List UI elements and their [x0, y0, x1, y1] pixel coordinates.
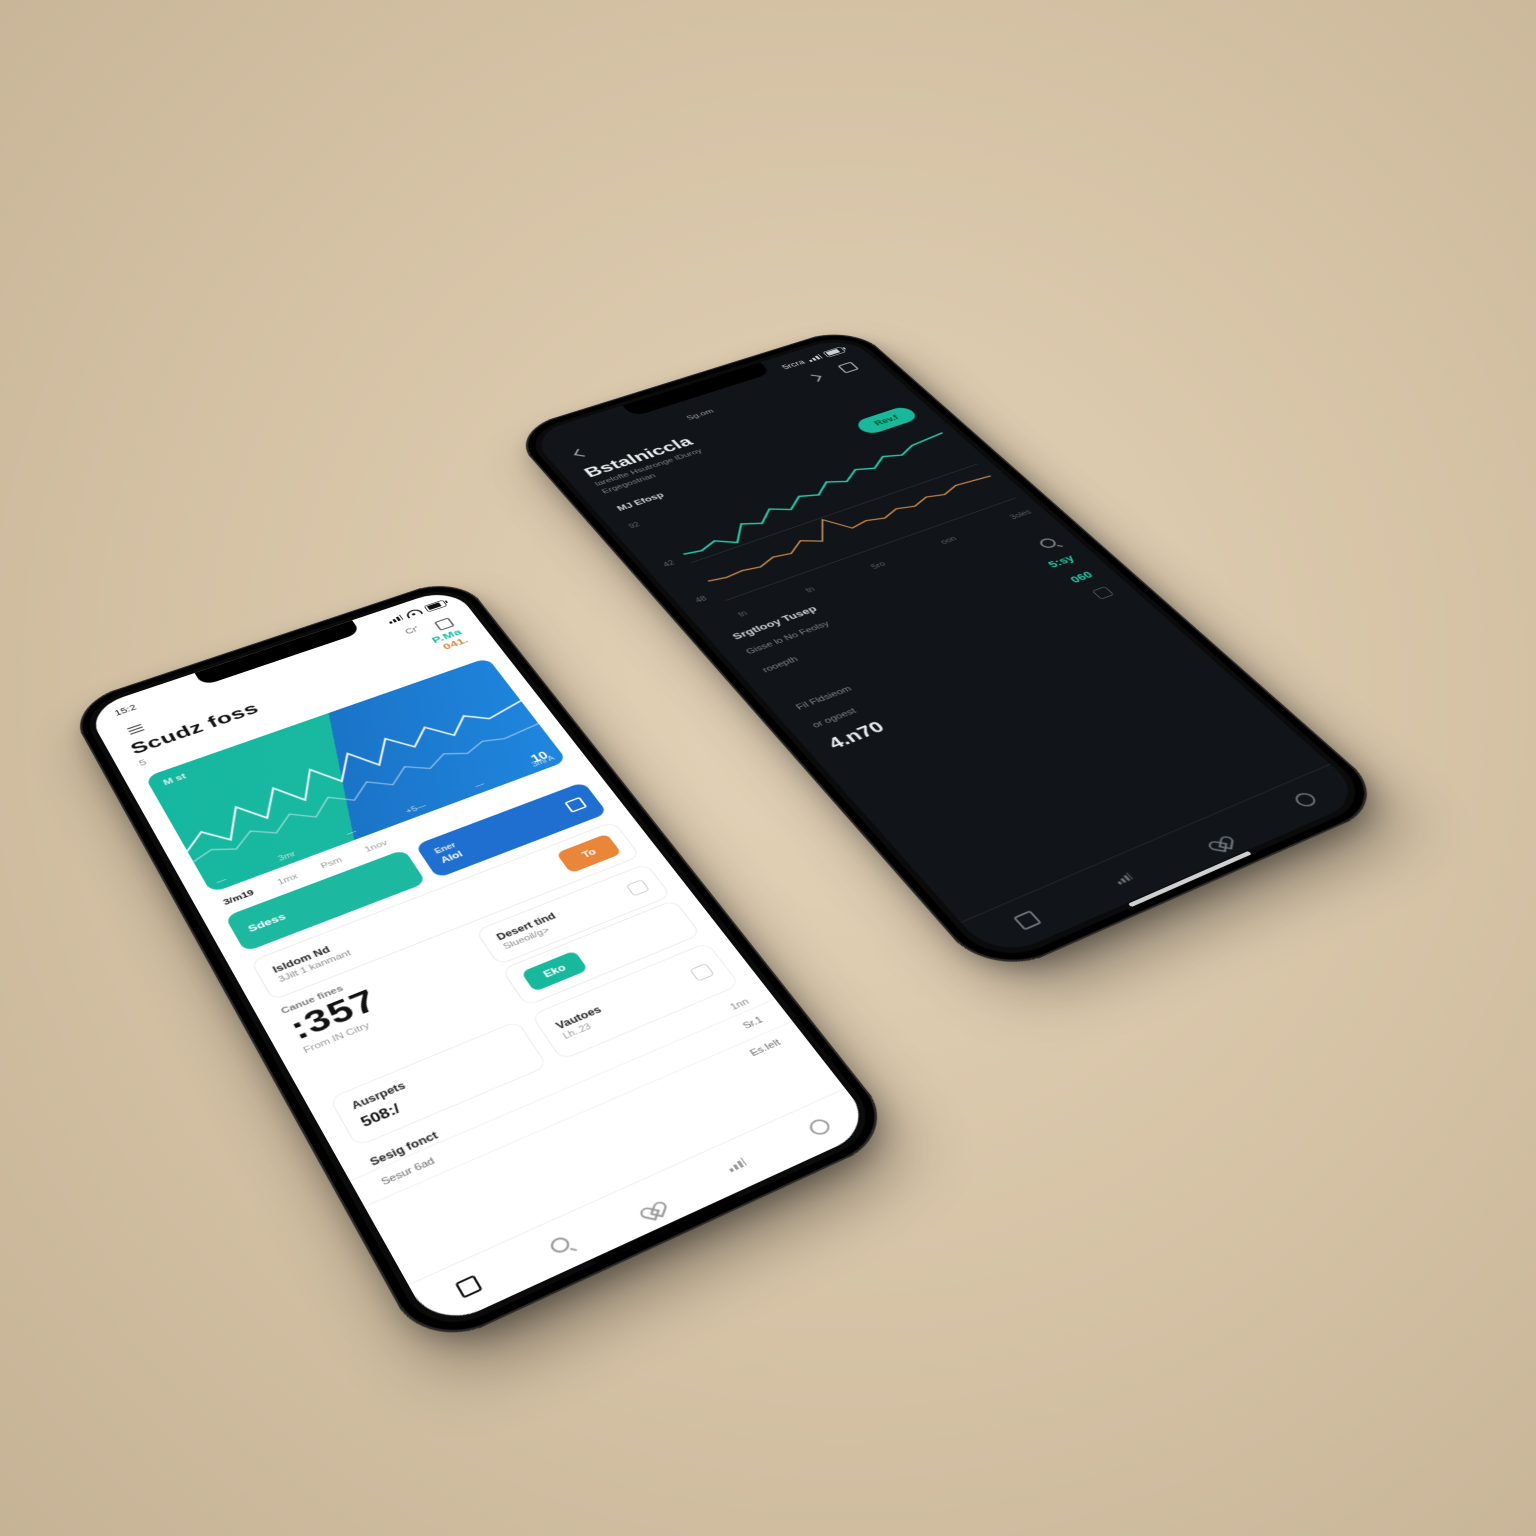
- status-time: 15:2: [113, 703, 138, 717]
- nav-heart-icon[interactable]: [1192, 823, 1240, 855]
- bottom-nav: [961, 764, 1368, 961]
- x-tick: 3mr: [277, 850, 297, 862]
- battery-icon: [423, 600, 447, 613]
- checkbox[interactable]: [1092, 586, 1114, 599]
- y-tick: 42: [662, 560, 677, 569]
- battery-icon: [822, 346, 846, 357]
- y-tick: 92: [627, 521, 641, 530]
- status-text: 5rcra: [780, 358, 807, 370]
- list-item-value: Sr.1: [741, 1015, 765, 1031]
- y-tick: 48: [694, 595, 709, 604]
- checkbox[interactable]: [626, 879, 650, 896]
- card-cta-button[interactable]: Eko: [521, 950, 588, 991]
- pill-label: Sdess: [246, 911, 288, 934]
- list-item-value: 060: [1067, 569, 1095, 584]
- nav-chart-icon[interactable]: [713, 1147, 759, 1183]
- list-item-value: 5:sy: [1045, 553, 1077, 570]
- nav-heart-icon[interactable]: [627, 1186, 673, 1223]
- nav-search-icon[interactable]: [537, 1226, 583, 1265]
- checkbox[interactable]: [689, 963, 714, 982]
- x-tick: —: [345, 828, 358, 838]
- nav-profile-icon[interactable]: [1282, 785, 1329, 816]
- signal-icon: [806, 354, 823, 362]
- search-icon[interactable]: [1037, 537, 1059, 550]
- nav-profile-icon[interactable]: [797, 1110, 842, 1145]
- nav-chart-icon[interactable]: [1099, 862, 1147, 895]
- card-cta-button[interactable]: To: [556, 834, 622, 874]
- nav-home-icon[interactable]: [445, 1267, 492, 1307]
- signal-icon: [387, 615, 403, 624]
- x-tick: —: [473, 781, 486, 790]
- pill-icon: [564, 797, 587, 813]
- nav-home-icon[interactable]: [1003, 903, 1052, 937]
- x-tick: —: [215, 876, 228, 886]
- header-badge: Sg.om: [685, 408, 716, 421]
- wifi-icon: [404, 608, 423, 619]
- list-item-value: Es.Ielt: [748, 1038, 783, 1059]
- hero-label: M st: [161, 772, 187, 787]
- x-tick: +5—: [405, 802, 428, 815]
